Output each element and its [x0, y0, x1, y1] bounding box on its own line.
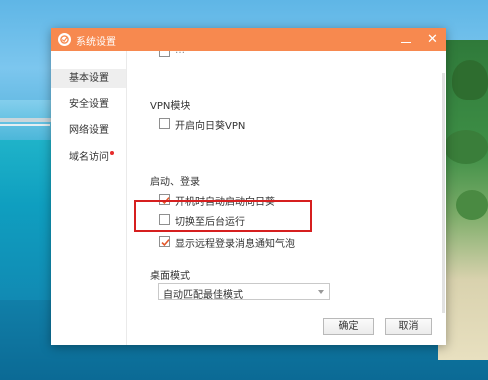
option-label: … — [175, 51, 185, 56]
checkmark-icon — [161, 239, 170, 247]
highlight-annotation-box — [134, 200, 312, 232]
sidebar-item-label: 安全设置 — [69, 99, 109, 110]
chevron-down-icon — [318, 290, 324, 294]
scrollbar-thumb[interactable] — [442, 73, 445, 313]
close-icon[interactable]: ✕ — [426, 33, 439, 46]
notification-dot-icon — [110, 151, 114, 155]
sidebar-item-network-settings[interactable]: 网络设置 — [51, 121, 126, 140]
section-title-desktop-mode: 桌面模式 — [150, 271, 190, 282]
section-title-startup-login: 启动、登录 — [150, 177, 200, 188]
settings-content: … VPN模块 开启向日葵VPN 启动、登录 开机时自动启动向日葵 切换至后台运… — [127, 51, 446, 345]
background-palm — [456, 190, 488, 220]
option-row-enable-vpn[interactable]: 开启向日葵VPN — [159, 117, 309, 132]
settings-dialog: 系统设置 ✕ 基本设置 安全设置 网络设置 域名访问 … VPN模块 开启向日葵… — [51, 28, 446, 345]
sidebar-nav: 基本设置 安全设置 网络设置 域名访问 — [51, 51, 126, 345]
checkbox[interactable] — [159, 118, 170, 129]
ok-button[interactable]: 确定 — [323, 318, 374, 335]
sidebar-item-label: 基本设置 — [69, 73, 109, 84]
sidebar-item-domain-access[interactable]: 域名访问 — [51, 148, 126, 167]
sidebar-item-basic-settings[interactable]: 基本设置 — [51, 69, 126, 88]
option-row-remote-login-notification[interactable]: 显示远程登录消息通知气泡 — [159, 235, 329, 250]
scrollbar[interactable] — [442, 51, 446, 345]
select-value: 自动匹配最佳模式 — [163, 290, 243, 301]
sidebar-item-label: 网络设置 — [69, 125, 109, 136]
title-bar[interactable]: 系统设置 ✕ — [51, 28, 446, 51]
section-title-vpn: VPN模块 — [150, 101, 191, 112]
checkbox-checked[interactable] — [159, 236, 170, 247]
sidebar-item-label: 域名访问 — [69, 152, 109, 163]
cancel-button[interactable]: 取消 — [385, 318, 432, 335]
background-palm — [444, 130, 488, 164]
minimize-icon[interactable] — [400, 34, 412, 46]
desktop-mode-select[interactable]: 自动匹配最佳模式 — [158, 283, 330, 301]
sidebar-item-security-settings[interactable]: 安全设置 — [51, 95, 126, 114]
sunlogin-logo-icon — [58, 33, 71, 46]
option-row-partial[interactable]: … — [159, 51, 309, 59]
option-label: 显示远程登录消息通知气泡 — [175, 239, 295, 250]
background-palm — [452, 60, 488, 100]
background-pier-shadow — [0, 124, 50, 126]
window-title: 系统设置 — [76, 37, 116, 48]
option-label: 开启向日葵VPN — [175, 121, 246, 132]
checkbox[interactable] — [159, 51, 170, 57]
